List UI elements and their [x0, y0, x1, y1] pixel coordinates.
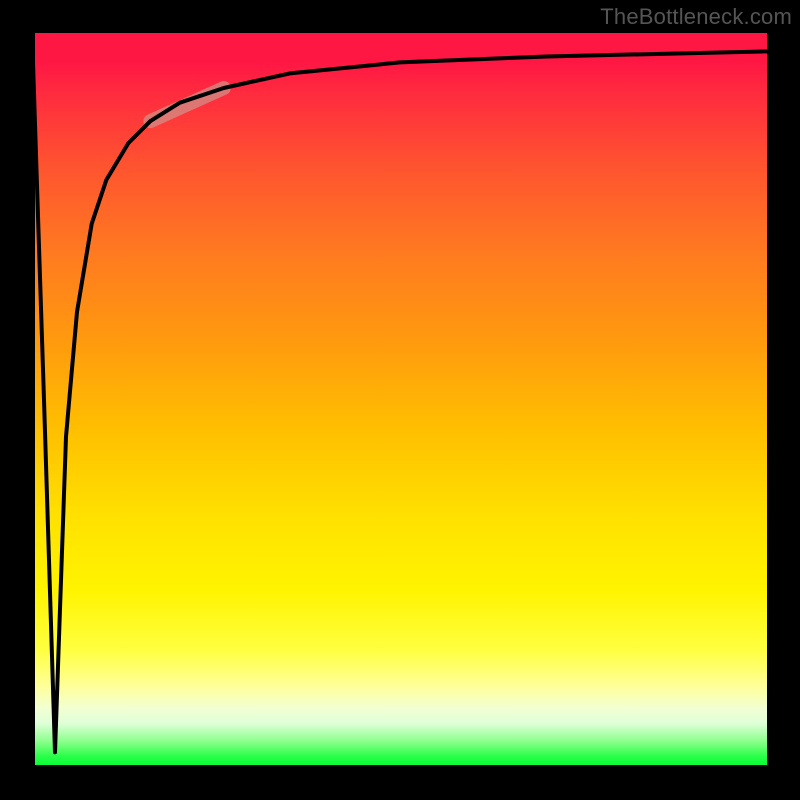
- plot-area: [33, 33, 767, 767]
- gradient-background: [33, 33, 767, 767]
- watermark-text: TheBottleneck.com: [600, 4, 792, 30]
- chart-stage: TheBottleneck.com: [0, 0, 800, 800]
